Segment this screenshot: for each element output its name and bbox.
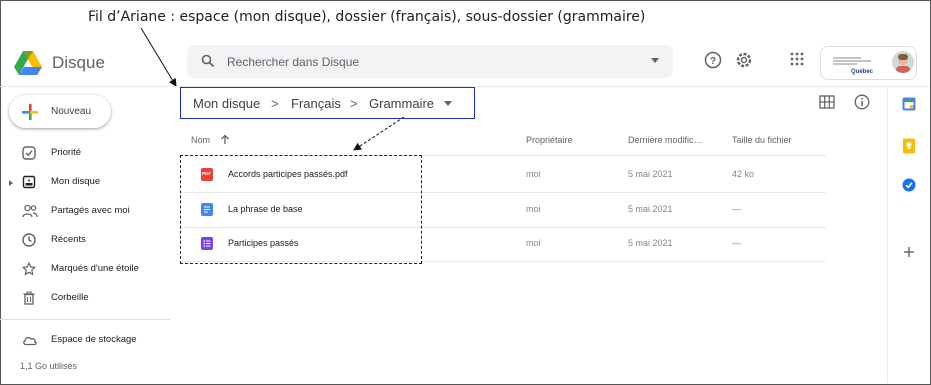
file-size: — — [732, 204, 741, 214]
organization-logo-label: Québec — [851, 69, 874, 75]
column-header-size[interactable]: Taille du fichier — [732, 135, 792, 145]
new-button[interactable]: Nouveau — [9, 95, 111, 128]
avatar[interactable] — [892, 51, 914, 73]
file-owner: moi — [526, 169, 541, 179]
file-owner: moi — [526, 204, 541, 214]
plus-icon — [21, 103, 39, 126]
tasks-icon[interactable] — [902, 178, 916, 197]
storage-used-text: 1,1 Go utilisés — [20, 361, 78, 371]
sidebar-item-priority[interactable]: Priorité — [0, 143, 170, 165]
sidebar-item-label: Corbeille — [51, 292, 89, 303]
file-modified: 5 mai 2021 — [628, 238, 673, 248]
google-drive-logo[interactable] — [14, 51, 42, 80]
sidebar-item-label: Priorité — [51, 147, 82, 158]
add-icon[interactable] — [902, 245, 916, 264]
file-size: 42 ko — [732, 169, 755, 179]
search-input[interactable]: Rechercher dans Disque — [227, 55, 359, 69]
keep-icon[interactable] — [902, 138, 916, 159]
file-modified: 5 mai 2021 — [628, 204, 673, 214]
annotation-dashed-highlight — [180, 155, 422, 264]
column-header-name[interactable]: Nom — [191, 135, 210, 145]
arrow-up-icon[interactable] — [220, 134, 230, 147]
sidebar-item-recent[interactable]: Récents — [0, 230, 170, 252]
sidebar-item-label: Partagés avec moi — [51, 205, 130, 216]
sidebar-item-label: Marqués d'une étoile — [51, 263, 139, 274]
breadcrumb-item-grammaire[interactable]: Grammaire — [369, 96, 434, 111]
svg-text:?: ? — [710, 56, 716, 67]
expand-caret-icon[interactable] — [9, 180, 13, 186]
priority-checkbox-icon — [22, 146, 36, 160]
breadcrumb-separator-icon: > — [271, 96, 279, 111]
sidebar-item-label: Récents — [51, 234, 86, 245]
sidebar-item-starred[interactable]: Marqués d'une étoile — [0, 259, 170, 281]
clock-icon — [22, 233, 36, 247]
search-options-icon[interactable] — [651, 58, 659, 63]
settings-icon[interactable] — [735, 51, 753, 74]
calendar-icon[interactable] — [902, 97, 916, 116]
new-button-label: Nouveau — [51, 106, 92, 117]
right-rail-divider — [887, 87, 888, 383]
file-modified: 5 mai 2021 — [628, 169, 673, 179]
app-title: Disque — [52, 53, 105, 72]
sidebar-item-storage[interactable]: Espace de stockage — [0, 330, 170, 352]
column-header-modified[interactable]: Dernière modific… — [628, 135, 703, 145]
shared-people-icon — [22, 204, 38, 218]
annotation-text: Fil d’Ariane : espace (mon disque), doss… — [88, 9, 646, 25]
sidebar-item-label: Espace de stockage — [51, 334, 137, 345]
trash-icon — [22, 291, 36, 305]
star-icon — [22, 262, 36, 276]
help-icon[interactable]: ? — [704, 51, 722, 74]
sidebar-item-my-drive[interactable]: Mon disque — [0, 172, 170, 194]
sidebar-item-label: Mon disque — [51, 176, 101, 187]
file-size: — — [732, 238, 741, 248]
breadcrumb-separator-icon: > — [350, 96, 358, 111]
sidebar-item-shared[interactable]: Partagés avec moi — [0, 201, 170, 223]
search-bar[interactable]: Rechercher dans Disque — [187, 45, 673, 78]
sidebar-item-trash[interactable]: Corbeille — [0, 288, 170, 310]
cloud-icon — [22, 333, 37, 347]
sidebar-divider — [0, 319, 170, 320]
grid-view-icon[interactable] — [819, 95, 835, 114]
file-owner: moi — [526, 238, 541, 248]
breadcrumb-item-my-drive[interactable]: Mon disque — [193, 96, 260, 111]
breadcrumb-item-francais[interactable]: Français — [291, 96, 341, 111]
search-icon[interactable] — [201, 54, 215, 73]
info-icon[interactable] — [854, 94, 870, 115]
my-drive-icon — [22, 175, 36, 189]
folder-menu-chevron-down-icon[interactable] — [444, 101, 452, 106]
organization-logo: Québec — [831, 53, 875, 75]
apps-grid-icon[interactable] — [789, 51, 805, 72]
account-switcher[interactable]: Québec — [820, 46, 917, 80]
column-header-owner[interactable]: Propriétaire — [526, 135, 573, 145]
